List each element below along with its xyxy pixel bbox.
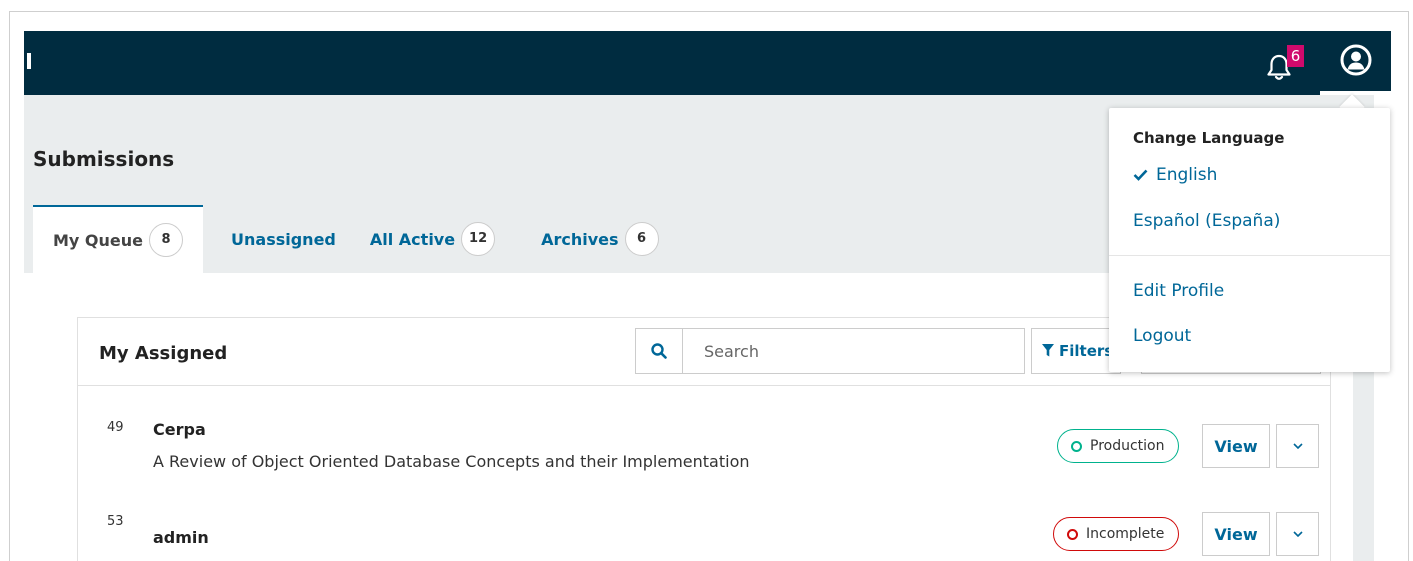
tab-count-badge: 12 [461,222,496,256]
language-label: English [1156,165,1218,185]
view-button[interactable]: View [1202,512,1270,556]
search-icon [651,343,667,359]
filters-button[interactable]: Filters [1031,328,1121,374]
change-language-heading: Change Language [1133,129,1285,147]
check-icon [1133,169,1148,181]
search-input[interactable] [684,329,1014,373]
stage-badge: Incomplete [1053,517,1180,551]
user-menu-button[interactable] [1320,31,1391,95]
expand-row-button[interactable] [1276,512,1319,556]
submission-tabs: My Queue 8 Unassigned All Active 12 Arch… [33,205,659,273]
submission-author: admin [153,528,209,547]
view-button[interactable]: View [1202,424,1270,468]
tab-label: All Active [369,229,456,249]
filters-label: Filters [1059,342,1114,360]
tab-label: My Queue [53,230,144,250]
menu-divider [1109,255,1390,256]
user-dropdown-menu: Change Language English Español (España)… [1109,108,1390,372]
tab-unassigned[interactable]: Unassigned [231,205,336,273]
tab-all-active[interactable]: All Active 12 [369,205,496,273]
stage-badge: Production [1057,429,1180,463]
edit-profile-link[interactable]: Edit Profile [1133,281,1224,301]
filter-icon [1042,344,1054,357]
notification-count-badge: 6 [1287,45,1304,67]
tab-archives[interactable]: Archives 6 [541,205,659,273]
top-header: 6 [24,31,1391,95]
tab-count-badge: 6 [624,222,659,256]
language-option-english[interactable]: English [1133,165,1217,185]
language-option-spanish[interactable]: Español (España) [1133,211,1280,231]
page-title: Submissions [33,147,175,171]
tab-label: Archives [541,229,619,249]
tab-count-badge: 8 [149,223,184,257]
notifications-button[interactable]: 6 [1264,45,1304,83]
chevron-down-icon [1292,531,1303,537]
logout-link[interactable]: Logout [1133,326,1191,346]
submission-id: 53 [107,514,124,529]
user-circle-icon [1340,44,1372,76]
submission-title[interactable]: A Review of Object Oriented Database Con… [153,452,750,471]
submission-author: Cerpa [153,420,206,439]
search-box [635,328,1025,374]
submission-id: 49 [107,420,124,435]
chevron-down-icon [1292,443,1303,449]
search-button[interactable] [636,329,683,373]
panel-title: My Assigned [99,343,228,364]
tab-my-queue[interactable]: My Queue 8 [33,205,204,273]
expand-row-button[interactable] [1276,424,1319,468]
tab-label: Unassigned [231,229,336,249]
site-logo[interactable] [27,53,31,69]
